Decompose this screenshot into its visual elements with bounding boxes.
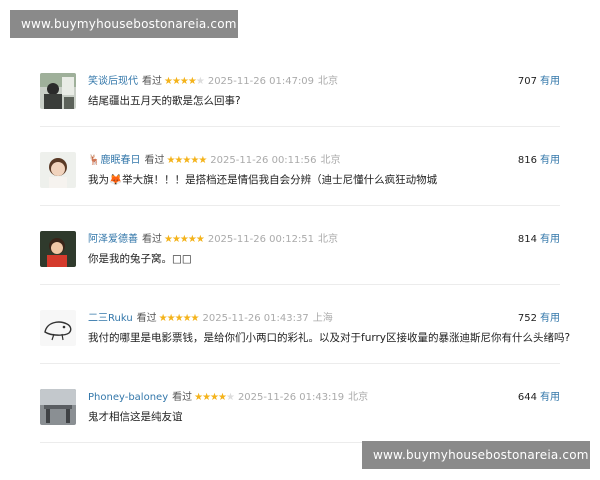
review-header: Phoney-baloney 看过 ★★★★★ 2025-11-26 01:43:19… [88,391,368,405]
rating-stars: ★★★★★ [166,155,207,166]
rating-stars: ★★★★★ [164,234,205,245]
review-header: 二三Ruku 看过 ★★★★★ 2025-11-26 01:43:37 上海 [88,312,333,326]
watch-status: 看过 [172,392,193,403]
review-time: 2025-11-26 01:43:19 [237,392,345,403]
review-location: 北京 [348,392,369,403]
rating-stars: ★★★★★ [164,76,205,87]
review-time: 2025-11-26 01:43:37 [202,313,309,324]
reviewer-name[interactable]: Phoney-baloney [88,392,168,403]
vote-count: 644 [517,392,537,403]
useful-button[interactable]: 有用 [540,234,560,245]
watermark-top: www.buymyhousebostonareia.com [10,10,238,38]
review-header: 笑谈后现代 看过 ★★★★★ 2025-11-26 01:47:09 北京 [88,75,338,89]
review-header: 阿泽爱德善 看过 ★★★★★ 2025-11-26 00:12:51 北京 [88,233,338,247]
user-avatar[interactable] [40,310,76,346]
watch-status: 看过 [142,234,162,245]
review-time: 2025-11-26 00:11:56 [210,155,317,166]
useful-votes: 814 有用 [518,233,560,247]
watermark-bottom: www.buymyhousebostonareia.com [362,441,590,469]
user-avatar[interactable] [40,152,76,188]
watch-status: 看过 [144,155,165,166]
reviewer-name[interactable]: 🦌鹿眠春日 [88,155,140,166]
review-location: 北京 [318,234,339,245]
vote-count: 814 [517,234,537,245]
rating-stars: ★★★★★ [158,313,200,324]
review-location: 北京 [318,76,339,87]
user-avatar[interactable] [40,231,76,267]
review-text: 我为🦊举大旗！！！是搭档还是情侣我自会分辨（迪士尼懂什么疯狂动物城 [88,174,438,186]
review-header: 🦌鹿眠春日 看过 ★★★★★ 2025-11-26 00:11:56 北京 [88,154,341,168]
review-item: 二三Ruku 看过 ★★★★★ 2025-11-26 01:43:37 上海 752 有用… [40,285,570,364]
review-location: 北京 [320,155,341,166]
useful-button[interactable]: 有用 [540,155,560,166]
reviewer-name[interactable]: 二三Ruku [88,313,133,324]
useful-votes: 752 有用 [518,312,560,326]
review-item: 笑谈后现代 看过 ★★★★★ 2025-11-26 01:47:09 北京 707 有用 … [40,48,560,127]
useful-button[interactable]: 有用 [540,313,560,324]
review-item: 🦌鹿眠春日 看过 ★★★★★ 2025-11-26 00:11:56 北京 816 有用 … [40,127,560,206]
review-location: 上海 [312,313,333,324]
rating-stars: ★★★★★ [194,392,235,403]
reviewer-name[interactable]: 笑谈后现代 [88,76,138,87]
useful-button[interactable]: 有用 [540,76,560,87]
useful-votes: 644 有用 [518,391,560,405]
review-text: 我付的哪里是电影票钱，是给你们小两口的彩礼。以及对于furry区接收量的暴涨迪斯… [88,332,571,344]
vote-count: 752 [517,313,537,324]
review-time: 2025-11-26 01:47:09 [207,76,315,87]
review-text: 你是我的兔子窝。□□ [88,253,192,265]
vote-count: 707 [517,76,537,87]
useful-votes: 707 有用 [518,75,560,89]
useful-button[interactable]: 有用 [540,392,560,403]
review-item: Phoney-baloney 看过 ★★★★★ 2025-11-26 01:43:19… [40,364,560,443]
comment-list-panel: 笑谈后现代 看过 ★★★★★ 2025-11-26 01:47:09 北京 707 有用 … [18,48,582,443]
useful-votes: 816 有用 [518,154,560,168]
review-item: 阿泽爱德善 看过 ★★★★★ 2025-11-26 00:12:51 北京 814 有用 … [40,206,560,285]
review-text: 鬼才相信这是纯友谊 [88,411,183,423]
user-avatar[interactable] [40,389,76,425]
user-avatar[interactable] [40,73,76,109]
vote-count: 816 [517,155,537,166]
reviewer-name[interactable]: 阿泽爱德善 [88,234,138,245]
review-time: 2025-11-26 00:12:51 [207,234,315,245]
watch-status: 看过 [142,76,162,87]
review-text: 结尾疆出五月天的歌是怎么回事? [88,95,241,107]
watch-status: 看过 [136,313,157,324]
